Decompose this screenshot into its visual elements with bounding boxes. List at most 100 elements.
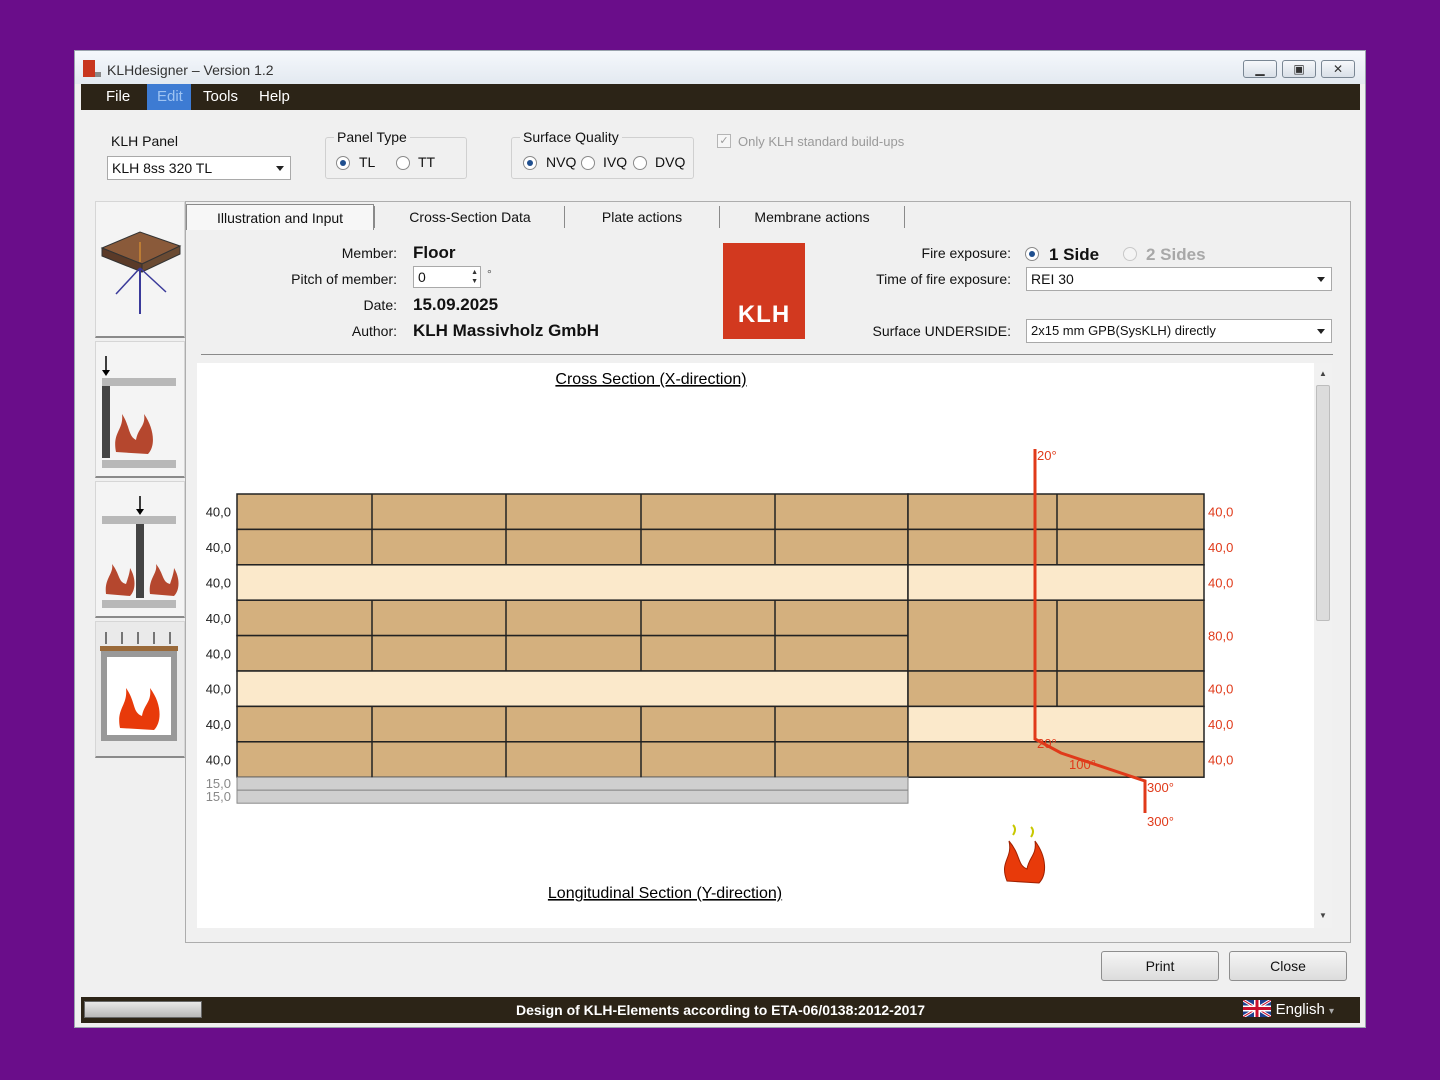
tab-illustration-input[interactable]: Illustration and Input [186,204,374,230]
print-button[interactable]: Print [1101,951,1219,981]
radio-ivq-label: IVQ [603,154,628,170]
fire-icon [1004,824,1045,884]
fire-time-label: Time of fire exposure: [876,271,1011,287]
menu-bar: File Edit Tools Help [81,84,1360,110]
temp-label-300a: 300° [1147,780,1174,795]
right-thickness-label: 40,0 [1208,576,1233,591]
right-thickness-label: 40,0 [1208,717,1233,732]
radio-2-sides[interactable] [1123,247,1137,261]
tab-membrane-actions[interactable]: Membrane actions [721,204,903,230]
temp-label-100: 100° [1069,757,1096,772]
scroll-down-icon[interactable]: ▼ [1319,911,1327,920]
radio-dvq[interactable] [633,156,647,170]
left-thickness-label: 40,0 [206,505,231,520]
left-thickness-label: 15,0 [206,789,231,804]
layer-left [236,705,909,743]
cross-section-title: Cross Section (X-direction) [555,371,746,388]
spinner-arrows-icon[interactable]: ▲ ▼ [471,268,478,286]
minimize-button[interactable]: ▁ [1243,60,1277,78]
scrollbar-thumb[interactable] [1316,385,1330,621]
language-selector[interactable]: English ▾ [1242,997,1334,1025]
layer-left [236,493,909,531]
floor-fire-icon [100,632,178,741]
right-thickness-label: 40,0 [1208,505,1233,520]
klh-panel-select[interactable]: KLH 8ss 320 TL [107,156,291,180]
layer-left [236,564,909,601]
pitch-unit: ° [487,267,492,281]
standard-buildups-checkbox[interactable]: ✓ [717,134,731,148]
right-thickness-label: 40,0 [1208,682,1233,697]
side-button-3d-panel[interactable] [95,201,185,338]
left-thickness-label: 40,0 [206,753,231,768]
tab-separator [564,206,565,228]
app-window: KLHdesigner – Version 1.2 ▁ ▣ ✕ File Edi… [74,50,1366,1028]
surface-quality-group: Surface Quality NVQ IVQ DVQ [511,129,694,179]
radio-dvq-label: DVQ [655,154,686,170]
tab-cross-section-data[interactable]: Cross-Section Data [376,204,564,230]
side-button-wall-1side[interactable] [95,341,185,478]
layer-left [236,741,909,778]
canvas-scrollbar[interactable]: ▲ ▼ [1314,363,1332,928]
date-value: 15.09.2025 [413,295,499,314]
menu-file[interactable]: File [96,84,140,110]
close-button[interactable]: Close [1229,951,1347,981]
surface-underside-select[interactable]: 2x15 mm GPB(SysKLH) directly [1026,319,1332,343]
layer-left [236,599,909,637]
close-window-button[interactable]: ✕ [1321,60,1355,78]
pitch-value: 0 [418,269,426,285]
maximize-button[interactable]: ▣ [1282,60,1316,78]
left-thickness-label: 40,0 [206,611,231,626]
minimize-icon: ▁ [1255,62,1265,76]
menu-edit[interactable]: Edit [147,84,191,110]
layer-right [907,599,1205,672]
radio-nvq[interactable] [523,156,537,170]
gypsum-board-2 [236,789,909,804]
layer-left [236,634,909,672]
cross-section-drawing: Cross Section (X-direction) 40,0 40,0 40,0… [206,371,1234,902]
right-thickness-label: 40,0 [1208,753,1233,768]
title-bar: KLHdesigner – Version 1.2 ▁ ▣ ✕ [75,51,1365,84]
radio-1-side[interactable] [1025,247,1039,261]
author-value: KLH Massivholz GmbH [413,321,600,340]
surface-quality-title: Surface Quality [520,129,622,145]
tab-separator [719,206,720,228]
radio-tt[interactable] [396,156,410,170]
klh-app-icon [83,60,101,77]
tab-plate-actions[interactable]: Plate actions [566,204,718,230]
side-button-column[interactable] [95,481,185,618]
layer-right [907,670,1205,708]
layer-left [236,670,909,708]
member-type-panel [95,201,185,761]
gypsum-board-1 [236,776,909,791]
maximize-icon: ▣ [1293,62,1305,76]
author-label: Author: [351,323,397,339]
radio-tt-label: TT [418,154,436,170]
temp-label-char: 20° [1037,736,1057,751]
klh-logo-text: KLH [737,301,791,328]
date-label: Date: [363,297,397,313]
pitch-input[interactable]: 0 ▲ ▼ [413,266,481,288]
fire-time-select[interactable]: REI 30 [1026,267,1332,291]
side-button-floor[interactable] [95,621,185,758]
klh-panel-label: KLH Panel [111,133,178,149]
chevron-down-icon: ▾ [1328,1006,1334,1017]
menu-tools[interactable]: Tools [193,84,248,110]
left-thickness-label: 40,0 [206,717,231,732]
radio-ivq[interactable] [581,156,595,170]
menu-help[interactable]: Help [249,84,300,110]
radio-nvq-label: NVQ [546,154,577,170]
radio-2-sides-label: 2 Sides [1146,245,1206,264]
fire-time-value: REI 30 [1031,271,1074,287]
left-thickness-label: 40,0 [206,646,231,661]
layer-right [907,493,1205,531]
fire-exposure-label: Fire exposure: [921,245,1011,261]
radio-tl[interactable] [336,156,350,170]
left-thickness-label: 40,0 [206,576,231,591]
section-divider [201,354,1333,355]
member-label: Member: [341,245,397,261]
status-bar: Design of KLH-Elements according to ETA-… [81,997,1360,1023]
tab-separator [904,206,905,228]
temp-label-300b: 300° [1147,814,1174,829]
scroll-up-icon[interactable]: ▲ [1319,369,1327,378]
chevron-down-icon [1317,277,1325,282]
